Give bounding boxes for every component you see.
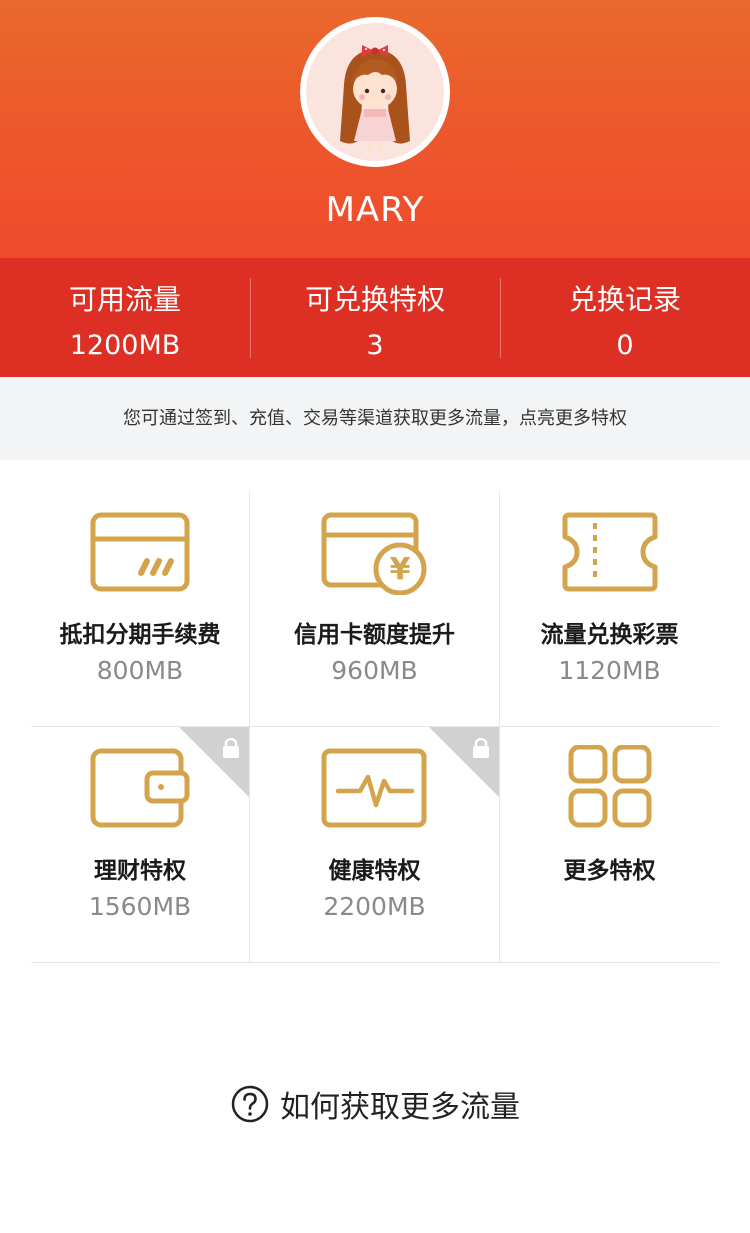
privilege-item-lottery[interactable]: 流量兑换彩票 1120MB [500,491,719,727]
privilege-title: 理财特权 [94,858,186,884]
lock-icon [429,727,499,797]
svg-text:¥: ¥ [389,552,410,587]
stat-value: 0 [616,330,634,361]
privilege-value: 2200MB [323,892,426,921]
privilege-title: 流量兑换彩票 [540,622,679,648]
privilege-value: 800MB [96,656,184,685]
avatar-image [306,23,444,161]
profile-header: MARY [0,0,750,258]
privilege-item-wealth[interactable]: 理财特权 1560MB [31,727,249,963]
privilege-title: 健康特权 [328,858,421,884]
notice-text: 您可通过签到、充值、交易等渠道获取更多流量，点亮更多特权 [0,377,750,460]
avatar-girl-illustration [340,45,410,153]
privilege-title: 信用卡额度提升 [294,622,455,648]
stat-label: 可兑换特权 [304,283,445,316]
privilege-item-fee-deduction[interactable]: 抵扣分期手续费 800MB [31,491,249,727]
privilege-item-more[interactable]: 更多特权 [500,727,719,963]
stat-available-traffic[interactable]: 可用流量 1200MB [0,258,250,377]
heartbeat-icon [321,748,426,828]
stat-label: 兑换记录 [568,283,681,316]
privilege-title: 更多特权 [563,858,656,884]
privilege-title: 抵扣分期手续费 [59,622,221,648]
stat-value: 3 [366,330,384,361]
help-label: 如何获取更多流量 [280,1090,520,1125]
avatar[interactable] [300,17,450,167]
card-icon [90,512,190,592]
privilege-value: 1560MB [88,892,192,921]
privilege-item-credit-limit[interactable]: ¥ 信用卡额度提升 960MB [250,491,499,727]
card-yuan-icon: ¥ [321,512,426,595]
username: MARY [325,190,425,230]
question-circle-icon [231,1085,269,1123]
stat-label: 可用流量 [68,283,181,316]
privilege-value: 1120MB [558,656,661,685]
lock-icon [179,727,249,797]
stat-redeem-history[interactable]: 兑换记录 0 [500,258,750,377]
stat-redeemable-privileges[interactable]: 可兑换特权 3 [250,258,500,377]
ticket-icon [562,512,657,592]
stat-value: 1200MB [69,330,181,361]
help-link[interactable]: 如何获取更多流量 [0,1082,750,1126]
grid-icon [568,745,651,828]
privilege-grid: 抵扣分期手续费 800MB ¥ 信用卡额度提升 960MB 流量兑换彩票 112… [31,491,719,963]
privilege-value: 960MB [331,656,418,685]
stats-bar: 可用流量 1200MB 可兑换特权 3 兑换记录 0 [0,258,750,377]
privilege-item-health[interactable]: 健康特权 2200MB [250,727,499,963]
